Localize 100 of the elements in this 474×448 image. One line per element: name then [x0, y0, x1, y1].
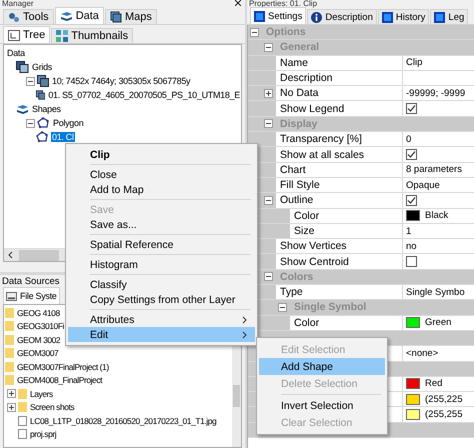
tree-item[interactable]: 10; 7452x 7464y; 305305x 5067785y — [51, 76, 192, 86]
folder-icon — [5, 321, 14, 332]
folder-icon — [5, 362, 14, 372]
tab[interactable]: Settings — [250, 7, 306, 24]
checkbox[interactable] — [406, 256, 417, 268]
menu-item[interactable]: Add to Map — [68, 182, 255, 197]
menu-item[interactable]: Add Shape — [259, 358, 385, 375]
menu-item[interactable]: Close — [68, 167, 255, 182]
checkbox[interactable] — [406, 194, 417, 206]
tab[interactable]: History — [378, 9, 430, 24]
menu-title: Clip — [89, 148, 111, 162]
menu-item[interactable]: Save as... — [68, 217, 255, 232]
thumbnails-icon — [56, 30, 68, 42]
menu-item[interactable]: Histogram — [68, 257, 255, 272]
folder-icon — [18, 402, 27, 412]
tree-item[interactable]: Polygon — [52, 118, 84, 128]
property-value: Single Symbo — [406, 286, 465, 298]
property-value: no — [406, 240, 417, 252]
property-name: Color — [293, 316, 320, 329]
checkbox[interactable] — [406, 103, 417, 114]
collapse-toggle[interactable] — [26, 76, 35, 86]
color-swatch[interactable] — [406, 394, 420, 405]
tab[interactable]: Thumbnails — [51, 28, 134, 43]
property-value: (255,255 — [425, 409, 463, 420]
square-icon — [434, 12, 446, 22]
scrollbar-thumb[interactable] — [19, 250, 59, 260]
tab[interactable]: Tools — [3, 9, 54, 24]
property-name: Show Vertices — [279, 240, 348, 252]
file-icon — [18, 416, 27, 426]
tab[interactable]: Maps — [104, 9, 157, 24]
property-name: Transparency [%] — [279, 133, 363, 146]
tree-item[interactable]: GEOG3010Fi — [16, 321, 65, 332]
polygon-icon — [36, 131, 49, 143]
property-category: Display — [279, 118, 318, 130]
collapse-toggle[interactable] — [264, 42, 273, 52]
raster-stack-icon — [16, 61, 29, 73]
property-value: 0 — [406, 134, 412, 145]
folder-icon — [5, 348, 14, 358]
collapse-toggle[interactable] — [278, 302, 287, 312]
raster-icon — [36, 89, 46, 101]
property-name: Type — [279, 286, 304, 298]
collapse-toggle[interactable] — [250, 28, 259, 37]
tab[interactable]: Tree — [3, 26, 50, 43]
tree-item[interactable]: proj.sprj — [29, 429, 58, 440]
color-swatch[interactable] — [406, 409, 420, 420]
color-swatch[interactable] — [406, 210, 420, 222]
property-value: -99999; -9999 — [406, 88, 466, 99]
property-name: Show Legend — [279, 102, 346, 115]
property-category: Single Symbol — [293, 301, 368, 314]
expand-toggle[interactable] — [7, 402, 16, 412]
tree-item[interactable]: LC08_L1TP_018028_20160520_20170223_01_T1.jpg — [29, 416, 218, 426]
menu-item[interactable]: Spatial Reference — [68, 237, 255, 252]
tree-item[interactable]: Shapes — [31, 104, 62, 114]
tree-item[interactable]: Data — [6, 48, 26, 58]
collapse-toggle[interactable] — [26, 118, 35, 128]
tab[interactable]: Leg — [430, 9, 468, 24]
property-category: Colors — [279, 270, 314, 283]
property-value: 8 parameters — [406, 164, 462, 176]
property-name: Show Centroid — [279, 256, 350, 268]
tree-item[interactable]: Layers — [29, 388, 54, 399]
property-category: Options — [265, 26, 307, 38]
menu-item[interactable]: Invert Selection — [259, 397, 385, 414]
layers-icon — [60, 10, 73, 22]
panel-title: Manager — [2, 0, 34, 7]
property-value: 1 — [406, 226, 412, 236]
property-name: Size — [293, 225, 316, 237]
tab[interactable]: Description — [307, 9, 377, 24]
property-value: Green — [425, 317, 452, 328]
layers-icon — [16, 104, 29, 114]
property-name: No Data — [279, 87, 320, 100]
tree-item[interactable]: 01. Cl — [51, 132, 75, 142]
expand-toggle[interactable] — [7, 389, 16, 398]
tree-item[interactable]: Screen shots — [29, 402, 76, 412]
collapse-toggle[interactable] — [264, 196, 273, 205]
tab[interactable]: Data — [54, 7, 104, 24]
file-icon — [18, 429, 27, 440]
tree-item[interactable]: 01. S5_07702_4605_20070505_PS_10_UTM18_E — [47, 90, 241, 100]
tree-item[interactable]: GEOM3007 — [16, 348, 60, 358]
expand-toggle[interactable] — [264, 88, 273, 98]
property-name: Outline — [279, 194, 314, 206]
submenu-item[interactable]: Edit — [68, 327, 255, 342]
checkbox[interactable] — [406, 149, 417, 160]
tree-item[interactable]: GEOM4008_FinalProject — [16, 375, 104, 386]
property-name: Name — [279, 56, 310, 69]
menu-item[interactable]: Copy Settings from other Layer — [68, 292, 255, 307]
property-name: Fill Style — [279, 179, 321, 192]
property-category: General — [279, 41, 320, 54]
collapse-toggle[interactable] — [264, 272, 273, 282]
property-name: Description — [279, 72, 334, 84]
property-name: Chart — [279, 164, 307, 176]
tab[interactable]: File Syste — [3, 287, 60, 304]
tree-item[interactable]: Grids — [31, 62, 54, 72]
collapse-toggle[interactable] — [264, 119, 273, 128]
tree-item[interactable]: GEOM3007FinalProject (1) — [16, 362, 110, 372]
color-swatch[interactable] — [406, 378, 420, 390]
submenu-item[interactable]: Attributes — [68, 312, 255, 327]
property-value: Red — [425, 378, 442, 390]
tree-item[interactable]: GEOM 3002 — [16, 334, 62, 345]
tree-item[interactable]: GEOG 4108 — [16, 308, 61, 318]
color-swatch[interactable] — [406, 317, 420, 328]
